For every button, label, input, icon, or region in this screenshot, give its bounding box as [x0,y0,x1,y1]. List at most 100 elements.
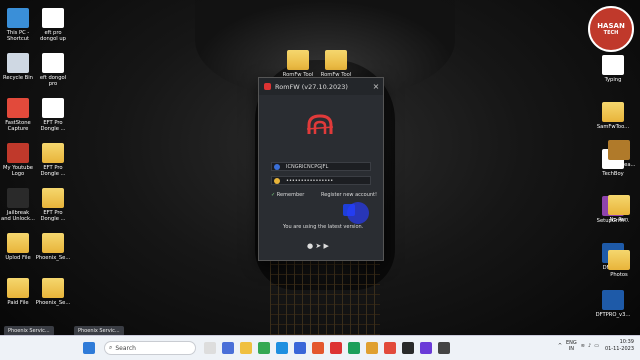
desktop-icon[interactable]: SamFwToo... [590,102,636,130]
system-tray: ^ ENG IN ≋ ♪ ▭ 10:39 01-11-2023 [558,339,634,353]
folder-icon [287,50,309,70]
clock-time: 10:39 [619,339,634,345]
faststone-icon [7,98,29,118]
app-orange-icon[interactable] [366,342,378,354]
desktop-icon[interactable]: eft pro dongol up [30,8,76,42]
brave-icon[interactable] [312,342,324,354]
start-icon[interactable] [83,342,95,354]
desktop-icon[interactable]: DFTPRO_v3... [590,290,636,318]
recycle-bin-icon [7,53,29,73]
app-green-icon[interactable] [348,342,360,354]
clock-date: 01-11-2023 [604,346,634,352]
username-value: ICNGRICNCPGJFL [286,164,329,170]
password-value: •••••••••••••••• [286,178,334,184]
task-window-label: Phoenix Servic... [8,328,50,334]
password-field[interactable]: •••••••••••••••• [271,176,371,185]
cursor-highlight [347,202,369,224]
desktop-icon-label: Phoenix_Se... [35,300,71,306]
document-icon [42,53,64,73]
store-icon[interactable] [294,342,306,354]
app-dark-icon[interactable] [402,342,414,354]
wallpaper-circuit [270,260,380,335]
desktop-icon-label: eft pro dongol up [40,30,66,42]
close-button[interactable]: × [369,82,383,91]
media-icon [42,98,64,118]
romfw-login-window: RomFW (v27.10.2023) × ICNGRICNCPGJFL •••… [258,77,384,261]
chevron-up-icon[interactable]: ^ [558,343,562,349]
desktop-icon[interactable]: EFT Pro Dongle ... [30,188,76,222]
logo-line2: TECH [603,30,619,36]
window-title: RomFW (v27.10.2023) [275,82,348,91]
desktop-icon-label: EFT Pro Dongle ... [40,210,66,222]
folder-icon [7,278,29,298]
lang-line2: IN [568,346,575,352]
folder-icon [42,278,64,298]
file-explorer-icon[interactable] [240,342,252,354]
desktop-icon-label: No Run [609,217,629,223]
desktop-icon[interactable]: EFT Pro Dongle ... [30,98,76,132]
edge-icon[interactable] [276,342,288,354]
github-icon[interactable]: ● [307,242,313,250]
desktop-icon-label: eft dongol pro [39,75,67,87]
jailbreak-icon [7,188,29,208]
desktop-icon[interactable]: Phoenix_Se... [30,233,76,261]
dftpro-icon [602,290,624,310]
taskbar: ⌕ Search ^ ENG IN ≋ ♪ ▭ 10:39 01-11-2023 [0,335,640,360]
app-purple-icon[interactable] [420,342,432,354]
user-icon [274,164,280,170]
document-icon [42,8,64,28]
folder-icon [42,233,64,253]
youtube-logo-icon [7,143,29,163]
window-titlebar[interactable]: RomFW (v27.10.2023) × [259,78,383,95]
desktop-icon-label: EFT Pro Dongle ... [40,165,66,177]
desktop-icon-label: Photos [610,272,628,278]
desktop-icon-label: EFT Pro Dongle ... [40,120,66,132]
desktop-icon-label: TFMMedea... [602,162,636,168]
task-view-icon[interactable] [204,342,216,354]
task-window-label: Phoenix Servic... [78,328,120,334]
folder-icon [608,195,630,215]
logo-line1: HASAN [597,22,625,30]
meet-icon[interactable] [222,342,234,354]
anydesk-icon[interactable] [330,342,342,354]
register-link[interactable]: Register new account! [321,192,377,198]
folder-icon [608,250,630,270]
tfm-icon [608,140,630,160]
social-links: ● ➤ ▶ [307,242,329,250]
key-icon [274,178,280,184]
desktop-icon[interactable]: No Run [596,195,640,223]
youtube-icon[interactable]: ▶ [323,242,328,250]
folder-icon [42,188,64,208]
volume-icon[interactable]: ♪ [588,343,591,349]
language-indicator[interactable]: ENG IN [566,340,577,352]
app-gray-icon[interactable] [438,342,450,354]
this-pc-icon [7,8,29,28]
remember-label: Remember [276,192,305,198]
username-field[interactable]: ICNGRICNCPGJFL [271,162,371,171]
chrome-icon[interactable] [258,342,270,354]
wifi-icon[interactable]: ≋ [581,343,585,349]
document-icon [602,55,624,75]
desktop-icon[interactable]: eft dongol pro [30,53,76,87]
status-text: You are using the latest version. [283,224,364,230]
desktop-icon[interactable]: Phoenix_Se... [30,278,76,306]
faststone-taskbar-icon[interactable] [384,342,396,354]
search-box[interactable]: ⌕ Search [104,341,196,355]
desktop-icon[interactable]: RomFw Tool [313,50,359,78]
desktop-icon-label: Typing [604,77,622,83]
remember-checkbox[interactable]: ✓ Remember [271,192,304,198]
desktop-icon-label: TechBoy [602,171,624,177]
desktop-icon[interactable]: Photos [596,250,640,278]
telegram-icon[interactable]: ➤ [315,242,321,250]
check-icon: ✓ [271,192,276,198]
folder-icon [325,50,347,70]
desktop-icon[interactable]: Typing [590,55,636,83]
desktop-icon-label: DFTPRO_v3... [595,312,631,318]
battery-icon[interactable]: ▭ [594,343,599,349]
desktop-icon[interactable]: EFT Pro Dongle ... [30,143,76,177]
folder-icon [7,233,29,253]
desktop-icon[interactable]: TFMMedea... [596,140,640,168]
clock[interactable]: 10:39 01-11-2023 [605,339,634,353]
app-icon [264,83,271,90]
search-icon: ⌕ [109,344,113,351]
